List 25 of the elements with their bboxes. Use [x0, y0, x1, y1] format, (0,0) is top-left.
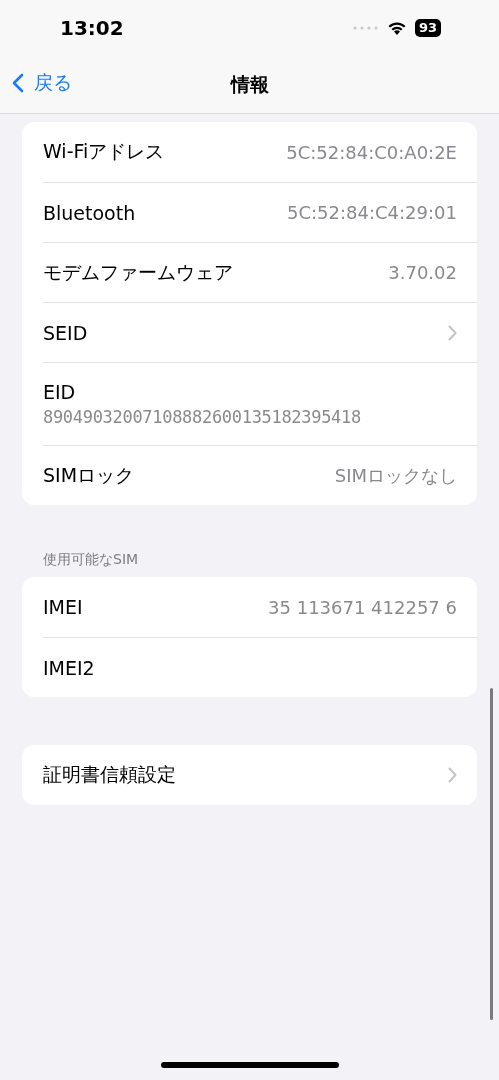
- row-label: IMEI2: [43, 656, 95, 679]
- battery-level: 93: [414, 19, 441, 37]
- chevron-icon: [12, 73, 24, 93]
- row-label: SIMロック: [43, 462, 135, 488]
- status-time: 13:02: [60, 16, 124, 40]
- nav-title: 情報: [230, 71, 269, 97]
- row-label: モデムファームウェア: [43, 259, 233, 285]
- row-label: IMEI: [43, 596, 83, 618]
- row-value: 5C:52:84:C4:29:01: [287, 202, 457, 223]
- row-value: 89049032007108882600135182395418: [43, 407, 361, 427]
- row-value: 35 113671 412257 6: [268, 596, 457, 618]
- row-label[interactable]: SEID: [43, 321, 88, 344]
- row-label[interactable]: 証明書信頼設定: [43, 762, 176, 788]
- row-label: EID: [43, 381, 76, 403]
- row-value: SIMロックなし: [334, 463, 457, 488]
- back-button[interactable]: 戻る: [12, 70, 72, 96]
- wifi-icon: [386, 20, 407, 36]
- row-value: 5C:52:84:C0:A0:2E: [286, 141, 457, 163]
- chevron-icon: [448, 767, 457, 783]
- row-value: 3.70.02: [388, 262, 457, 283]
- signal-dots-icon: [352, 26, 379, 30]
- row-label: Wi-Fiアドレス: [43, 139, 165, 164]
- row-label: Bluetooth: [43, 201, 136, 224]
- chevron-icon: [448, 324, 457, 341]
- section-header: 使用可能なSIM: [42, 550, 140, 569]
